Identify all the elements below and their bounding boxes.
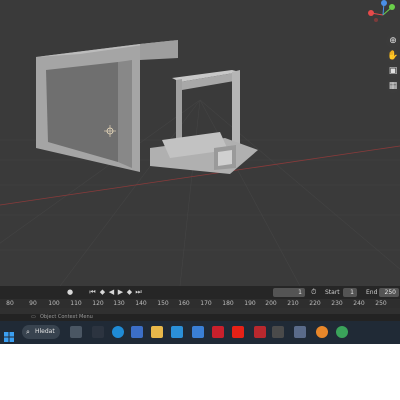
end-label: End — [366, 289, 378, 296]
prev-keyframe-icon[interactable]: ◆ — [98, 288, 107, 297]
clock-icon[interactable]: ⏱ — [311, 288, 316, 297]
play-icon[interactable]: ▶ — [116, 288, 125, 297]
task-view-icon[interactable] — [70, 326, 82, 338]
mcafee-icon[interactable] — [212, 326, 224, 338]
mail-icon[interactable] — [192, 326, 204, 338]
ruler-tick: 210 — [287, 300, 299, 307]
end-frame-field[interactable]: 250 — [379, 288, 399, 297]
ruler-tick: 140 — [135, 300, 147, 307]
app-icon[interactable] — [92, 326, 104, 338]
context-menu-hint: Object Context Menu — [40, 314, 93, 320]
jump-start-icon[interactable]: ⏮ — [88, 288, 97, 297]
blender-icon[interactable] — [316, 326, 328, 338]
navigation-gizmo[interactable] — [368, 0, 395, 22]
chrome-icon[interactable] — [336, 326, 348, 338]
ruler-tick: 180 — [222, 300, 234, 307]
ruler-tick: 170 — [200, 300, 212, 307]
ruler-tick: 90 — [29, 300, 37, 307]
ruler-tick: 120 — [92, 300, 104, 307]
mouse-right-icon: ▭ — [31, 314, 36, 320]
search-input[interactable]: ⌕ Hledat — [22, 325, 60, 339]
edge-icon[interactable] — [112, 326, 124, 338]
search-label: Hledat — [35, 328, 55, 335]
search-icon: ⌕ — [26, 328, 30, 336]
status-bar: ▭ Object Context Menu — [0, 314, 400, 321]
app-g-icon[interactable] — [272, 326, 284, 338]
printer-object[interactable] — [150, 70, 258, 174]
current-frame-field[interactable]: 1 — [273, 288, 305, 297]
ruler-tick: 250 — [375, 300, 387, 307]
grid-toggle-icon[interactable]: ▦ — [386, 79, 400, 93]
ruler-tick: 100 — [48, 300, 60, 307]
play-reverse-icon[interactable]: ◀ — [107, 288, 116, 297]
blender-window: ⊕ ✋ ▣ ▦ ● ⏮ ◆ ◀ ▶ ◆ ⏭ 1 ⏱ Start 1 End 25… — [0, 0, 400, 344]
pan-hand-icon[interactable]: ✋ — [386, 49, 400, 63]
file-explorer-icon[interactable] — [151, 326, 163, 338]
ruler-tick: 160 — [178, 300, 190, 307]
ruler-tick: 130 — [113, 300, 125, 307]
start-label: Start — [325, 289, 340, 296]
3d-viewport[interactable]: ⊕ ✋ ▣ ▦ — [0, 0, 400, 286]
store-icon[interactable] — [171, 326, 183, 338]
zoom-icon[interactable]: ⊕ — [386, 34, 400, 48]
jump-end-icon[interactable]: ⏭ — [134, 288, 143, 297]
ruler-tick: 220 — [309, 300, 321, 307]
viewport-scene — [0, 0, 400, 286]
timeline-header: ● ⏮ ◆ ◀ ▶ ◆ ⏭ 1 ⏱ Start 1 End 250 — [0, 286, 400, 299]
windows-taskbar: ⌕ Hledat — [0, 321, 400, 344]
app-window-icon[interactable] — [294, 326, 306, 338]
ruler-tick: 110 — [70, 300, 82, 307]
windows-start-icon[interactable] — [4, 327, 14, 342]
widget-icon[interactable] — [131, 326, 143, 338]
record-icon[interactable]: ● — [67, 288, 76, 297]
ruler-tick: 240 — [353, 300, 365, 307]
ruler-tick: 230 — [331, 300, 343, 307]
start-frame-field[interactable]: 1 — [343, 288, 357, 297]
frame-ruler[interactable]: 80 90 100 110 120 130 140 150 160 170 18… — [0, 299, 400, 308]
youtube-icon[interactable] — [232, 326, 244, 338]
app-red-icon[interactable] — [254, 326, 266, 338]
camera-view-icon[interactable]: ▣ — [386, 64, 400, 78]
ruler-tick: 200 — [265, 300, 277, 307]
next-keyframe-icon[interactable]: ◆ — [125, 288, 134, 297]
ruler-tick: 80 — [6, 300, 14, 307]
ruler-tick: 190 — [244, 300, 256, 307]
ruler-tick: 150 — [157, 300, 169, 307]
